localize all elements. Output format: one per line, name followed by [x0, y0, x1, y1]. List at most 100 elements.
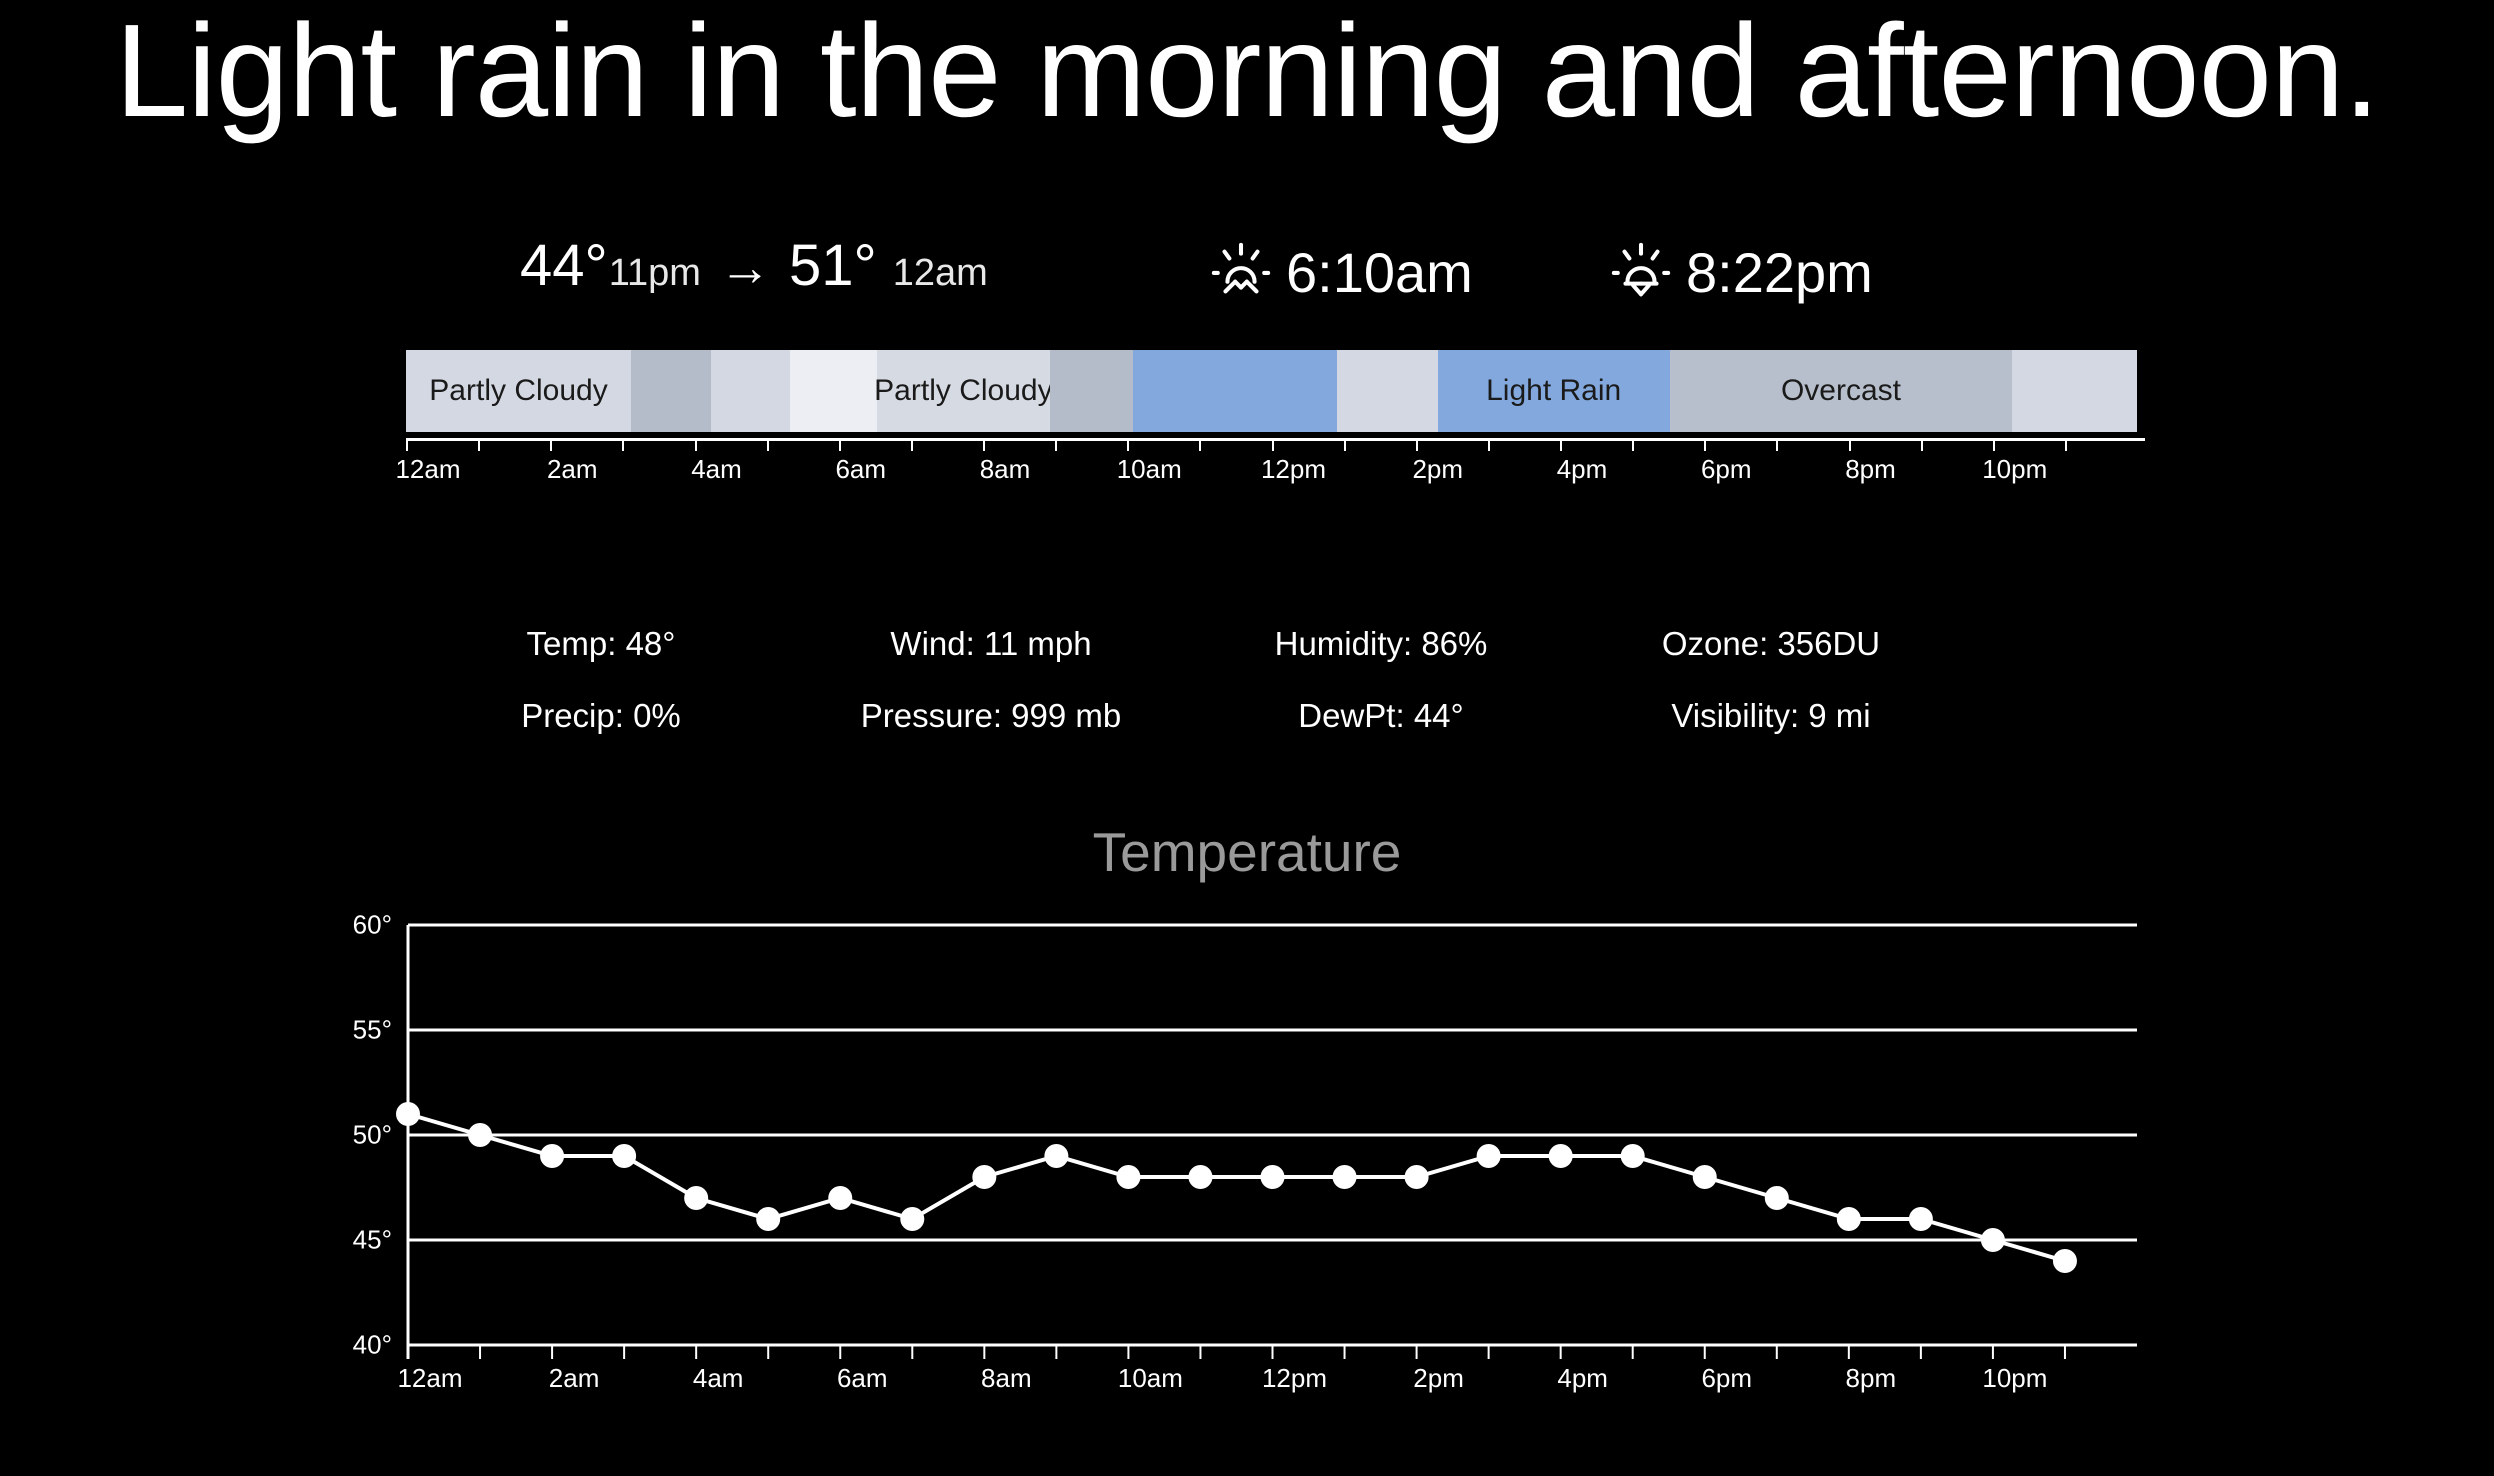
start-temperature: 44°	[520, 233, 608, 298]
stats-row-1: Temp: 48° Wind: 11 mph Humidity: 86% Ozo…	[406, 625, 1966, 697]
chart-data-point[interactable]	[1980, 1228, 2005, 1252]
chart-x-tick-label: 8am	[981, 1363, 1032, 1393]
weather-segment-label: Partly Cloudy	[429, 374, 608, 407]
chart-data-point[interactable]	[1836, 1207, 1861, 1231]
stats-grid: Temp: 48° Wind: 11 mph Humidity: 86% Ozo…	[406, 625, 1966, 769]
chart-data-point[interactable]	[2052, 1249, 2077, 1273]
start-time: 11pm	[608, 252, 701, 294]
stat-wind: Wind: 11 mph	[890, 625, 1092, 662]
timeline-tick	[1704, 438, 1707, 451]
chart-y-tick-label: 55°	[352, 1014, 392, 1045]
stat-visibility: Visibility: 9 mi	[1671, 697, 1871, 734]
chart-data-point[interactable]	[1188, 1165, 1213, 1189]
chart-data-point[interactable]	[1260, 1165, 1285, 1189]
weather-segment[interactable]: Light Rain	[1437, 350, 1670, 432]
weather-condition-bar[interactable]: Partly Cloudy Partly Cloudy Light Rain Over…	[406, 350, 2137, 432]
chart-data-point[interactable]	[1332, 1165, 1357, 1189]
timeline-tick-label: 8am	[979, 454, 1031, 484]
range-arrow-icon: →	[718, 239, 771, 297]
timeline-tick	[1992, 438, 1995, 451]
chart-data-point[interactable]	[828, 1186, 853, 1210]
weather-segment[interactable]: Overcast	[1669, 350, 2013, 432]
weather-segment[interactable]: Partly Cloudy	[406, 350, 632, 432]
weather-segment[interactable]	[790, 350, 877, 432]
weather-segment[interactable]	[2012, 350, 2137, 432]
timeline-tick	[478, 438, 481, 451]
timeline-tick-label: 10am	[1116, 454, 1182, 484]
weather-segment-label: Overcast	[1780, 374, 1901, 407]
chart-x-tick-label: 4am	[692, 1363, 744, 1393]
timeline-tick-label: 2pm	[1412, 454, 1464, 484]
sunset-info: 8:22pm	[1610, 232, 1873, 312]
timeline-tick-label: 6am	[835, 454, 887, 484]
chart-title: Temperature	[1092, 821, 1402, 883]
weather-segment[interactable]	[1133, 350, 1338, 432]
timeline-tick	[694, 438, 697, 451]
timeline-tick-label: 6pm	[1700, 454, 1752, 484]
chart-data-point[interactable]	[1692, 1165, 1717, 1189]
chart-y-tick-label: 45°	[352, 1224, 392, 1255]
weather-segment[interactable]	[710, 350, 791, 432]
timeline-tick	[1632, 438, 1635, 451]
timeline-tick	[1055, 438, 1058, 451]
chart-y-tick-label: 50°	[352, 1119, 392, 1150]
chart-data-point[interactable]	[396, 1102, 420, 1126]
weather-segment-label: Light Rain	[1486, 374, 1622, 407]
chart-data-point[interactable]	[540, 1144, 565, 1168]
chart-data-point[interactable]	[468, 1123, 493, 1147]
stat-pressure: Pressure: 999 mb	[860, 697, 1122, 734]
timeline-tick	[766, 438, 769, 451]
chart-x-tick-label: 6pm	[1701, 1363, 1753, 1393]
chart-data-point[interactable]	[1908, 1207, 1933, 1231]
stat-temp: Temp: 48°	[526, 625, 676, 662]
chart-data-point[interactable]	[1620, 1144, 1645, 1168]
weather-segment[interactable]: Partly Cloudy	[874, 350, 1053, 432]
weather-segment-label: Partly Cloudy	[874, 374, 1053, 407]
chart-x-tick-label: 12pm	[1261, 1363, 1328, 1393]
chart-data-point[interactable]	[1044, 1144, 1069, 1168]
chart-x-tick-label: 2am	[548, 1363, 600, 1393]
end-temperature: 51°	[788, 233, 877, 298]
weather-segment[interactable]	[1337, 350, 1438, 432]
chart-data-point[interactable]	[1476, 1144, 1501, 1168]
chart-data-point[interactable]	[972, 1165, 997, 1189]
timeline-tick-label: 4pm	[1556, 454, 1608, 484]
timeline-tick	[910, 438, 913, 451]
chart-data-point[interactable]	[684, 1186, 709, 1210]
timeline-tick	[983, 438, 985, 451]
weather-segment[interactable]	[631, 350, 711, 432]
chart-x-tick-label: 8pm	[1845, 1363, 1897, 1393]
weather-segment[interactable]	[1049, 350, 1133, 432]
stat-humidity: Humidity: 86%	[1274, 625, 1488, 662]
end-time: 12am	[892, 252, 988, 294]
chart-y-tick-label: 40°	[352, 1329, 392, 1360]
timeline-tick-label: 10pm	[1982, 454, 2048, 484]
timeline-tick-label: 2am	[546, 454, 598, 484]
chart-data-point[interactable]	[756, 1207, 781, 1231]
timeline-tick	[1487, 438, 1490, 451]
chart-x-tick-label: 12am	[397, 1363, 463, 1393]
chart-data-point[interactable]	[1548, 1144, 1573, 1168]
chart-y-tick-label: 60°	[352, 909, 392, 940]
timeline-tick	[622, 438, 625, 451]
stat-ozone: Ozone: 356DU	[1661, 625, 1881, 662]
sunrise-icon	[1211, 242, 1271, 294]
timeline-tick	[1199, 438, 1202, 451]
timeline-tick	[406, 438, 408, 451]
stat-dewpoint: DewPt: 44°	[1298, 697, 1464, 734]
chart-data-point[interactable]	[1404, 1165, 1429, 1189]
timeline-tick-label: 12am	[395, 454, 461, 484]
chart-data-point[interactable]	[900, 1207, 925, 1231]
chart-x-tick-label: 10pm	[1982, 1363, 2048, 1393]
timeline-tick	[2064, 438, 2067, 451]
chart-x-tick-label: 6am	[836, 1363, 888, 1393]
summary-row: 44° 11pm → 51° 12am 6:10am 8:22pm	[0, 232, 2494, 312]
sunrise-info: 6:10am	[1210, 232, 1473, 312]
timeline-tick-label: 4am	[691, 454, 742, 484]
timeline-tick	[550, 438, 553, 451]
timeline-tick	[838, 438, 841, 451]
chart-data-point[interactable]	[1116, 1165, 1141, 1189]
sunrise-time: 6:10am	[1286, 240, 1473, 304]
chart-data-point[interactable]	[612, 1144, 637, 1168]
chart-data-point[interactable]	[1764, 1186, 1789, 1210]
